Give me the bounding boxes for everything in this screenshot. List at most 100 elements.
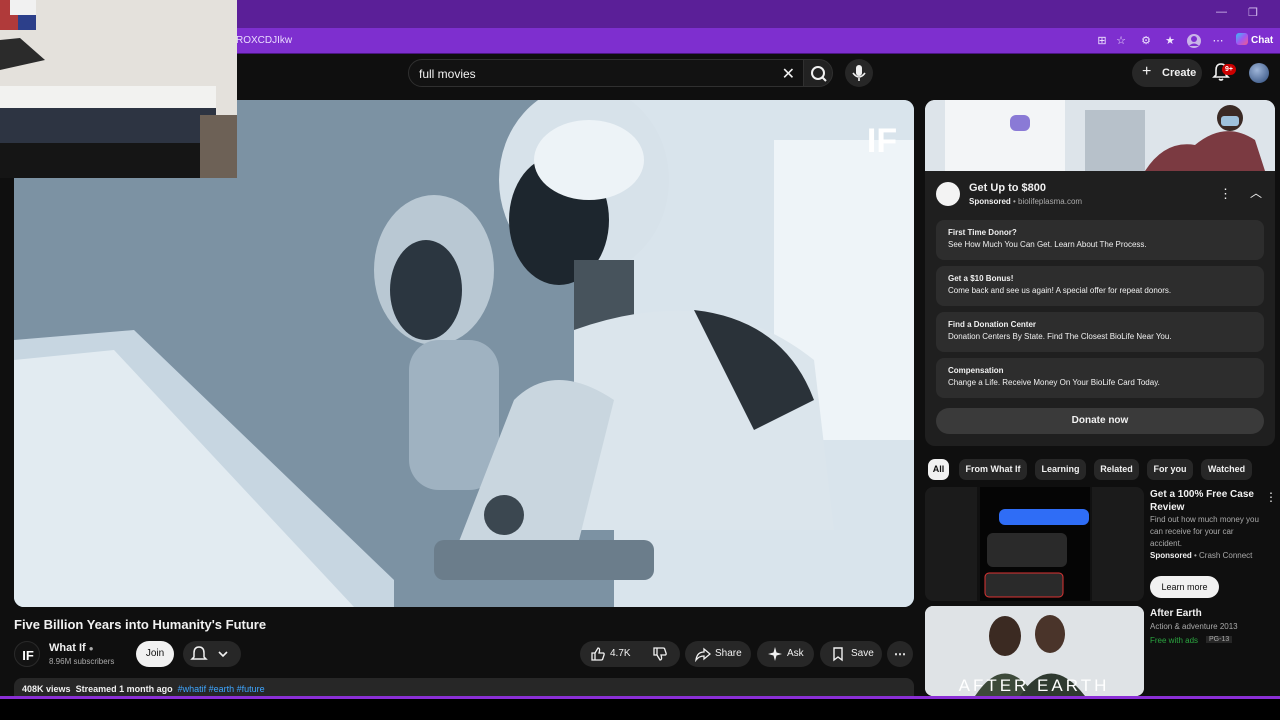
clear-search-icon[interactable]: ✕ [782, 64, 795, 84]
bookmark-icon [833, 647, 843, 662]
channel-logo-icon: IF [22, 648, 34, 663]
account-avatar[interactable] [1249, 63, 1269, 83]
ask-button[interactable]: Ask [757, 641, 814, 667]
view-count: 408K views [22, 684, 71, 694]
more-menu-icon[interactable]: ⋯ [1210, 33, 1226, 49]
search-button[interactable] [803, 59, 833, 87]
microphone-icon [852, 65, 866, 81]
search-icon [811, 66, 827, 82]
rec-thumbnail[interactable]: AFTER EARTH [925, 606, 1144, 696]
sparkle-icon [768, 647, 782, 661]
plus-icon: + [1142, 63, 1152, 80]
sponsored-ad-panel: Get Up to $800 Sponsored • biolifeplasma… [925, 100, 1275, 446]
ad-sitelink[interactable]: Get a $10 Bonus! Come back and see us ag… [936, 266, 1264, 306]
more-horizontal-icon: ⋯ [894, 647, 906, 661]
address-url[interactable]: ROXCDJIkw [236, 35, 292, 46]
stream-date: Streamed 1 month ago [75, 684, 173, 694]
after-earth-poster: AFTER EARTH [925, 606, 1144, 696]
ad-sitelink-title: Find a Donation Center [948, 320, 1036, 329]
ad-sitelink-title: Compensation [948, 366, 1004, 375]
donate-now-button[interactable]: Donate now [936, 408, 1264, 434]
sponsored-label: Sponsored [969, 197, 1011, 206]
share-icon [695, 647, 711, 662]
minimize-icon[interactable]: — [1216, 6, 1227, 18]
rating-badge: PG-13 [1206, 636, 1233, 643]
bottom-black-bar [0, 699, 1280, 720]
ad-domain: biolifeplasma.com [1018, 197, 1083, 206]
chip-from-what-if[interactable]: From What If [959, 459, 1027, 480]
subscription-bell-button[interactable] [183, 641, 241, 667]
screen: — ❐ ROXCDJIkw ⊞ ☆ ⚙ ★ ⋯ Chat full movies… [0, 0, 1280, 720]
bell-chevron-icon [190, 646, 228, 660]
profile-icon[interactable] [1186, 33, 1202, 49]
free-with-ads-label: Free with ads [1150, 636, 1199, 645]
save-label: Save [851, 648, 874, 659]
like-count[interactable]: 4.7K [610, 641, 631, 667]
rec-title[interactable]: Get a 100% Free Case Review [1150, 488, 1262, 514]
collapse-chevron-icon[interactable]: ︿ [1250, 184, 1262, 201]
save-button[interactable]: Save [820, 641, 882, 667]
ad-sitelink-desc: See How Much You Can Get. Learn About Th… [948, 240, 1147, 249]
ad-sitelink[interactable]: Find a Donation Center Donation Centers … [936, 312, 1264, 352]
poster-title: AFTER EARTH [959, 676, 1110, 695]
ad-photo [925, 100, 1275, 171]
voice-search-button[interactable] [845, 59, 873, 87]
favorite-star-icon[interactable]: ☆ [1113, 33, 1129, 49]
like-dislike-group: 4.7K [580, 641, 680, 667]
webcam-overlay [0, 0, 237, 178]
chip-learning[interactable]: Learning [1035, 459, 1086, 480]
ad-sitelink[interactable]: Compensation Change a Life. Receive Mone… [936, 358, 1264, 398]
rec-sponsor: Sponsored • Crash Connect [1150, 551, 1253, 560]
join-button[interactable]: Join [136, 641, 174, 667]
create-button[interactable]: + Create [1132, 59, 1202, 87]
learn-more-button[interactable]: Learn more [1150, 576, 1219, 598]
create-label: Create [1162, 67, 1197, 79]
rec-more-vertical-icon[interactable]: ⋮ [1265, 490, 1277, 504]
verified-icon: ● [88, 644, 94, 653]
rec-title[interactable]: After Earth [1150, 607, 1262, 620]
channel-name[interactable]: What If ● [49, 642, 94, 654]
channel-avatar[interactable]: IF [14, 641, 40, 667]
text-message-thumbnail [925, 487, 1144, 601]
webcam-feed [0, 0, 237, 178]
chip-all[interactable]: All [928, 459, 949, 480]
ad-sitelink[interactable]: First Time Donor? See How Much You Can G… [936, 220, 1264, 260]
share-label: Share [715, 648, 742, 659]
restore-icon[interactable]: ❐ [1248, 6, 1258, 19]
advertiser-name: Crash Connect [1199, 551, 1253, 560]
hashtags[interactable]: #whatif #earth #future [178, 684, 265, 694]
video-title: Five Billion Years into Humanity's Futur… [14, 617, 267, 632]
ask-label: Ask [787, 648, 804, 659]
apps-icon[interactable]: ⊞ [1094, 33, 1110, 49]
ad-source: Sponsored • biolifeplasma.com [969, 197, 1083, 206]
advertiser-logo[interactable] [936, 182, 960, 206]
extensions-icon[interactable]: ⚙ [1138, 33, 1154, 49]
chip-watched[interactable]: Watched [1201, 459, 1252, 480]
ad-sitelink-title: First Time Donor? [948, 228, 1017, 237]
svg-text:IF: IF [22, 648, 34, 663]
rec-genre-year: Action & adventure 2013 [1150, 622, 1238, 631]
subscriber-count: 8.96M subscribers [49, 657, 115, 666]
ad-title[interactable]: Get Up to $800 [969, 182, 1046, 194]
share-button[interactable]: Share [685, 641, 751, 667]
ad-banner-image[interactable] [925, 100, 1275, 171]
more-actions-button[interactable]: ⋯ [887, 641, 913, 667]
copilot-icon [1236, 33, 1248, 45]
notification-count-badge: 9+ [1222, 64, 1236, 75]
channel-watermark: IF [867, 122, 897, 160]
sponsored-label: Sponsored [1150, 551, 1192, 560]
search-input[interactable]: full movies ✕ [408, 59, 804, 87]
chip-related[interactable]: Related [1094, 459, 1139, 480]
favorites-icon[interactable]: ★ [1162, 33, 1178, 49]
thumbs-down-icon[interactable] [652, 646, 668, 662]
ad-sitelink-desc: Donation Centers By State. Find The Clos… [948, 332, 1172, 341]
copilot-chat-button[interactable]: Chat [1236, 33, 1273, 46]
rec-thumbnail[interactable] [925, 487, 1144, 601]
ad-sitelink-desc: Change a Life. Receive Money On Your Bio… [948, 378, 1160, 387]
thumbs-up-icon[interactable] [590, 646, 606, 662]
ad-sitelink-title: Get a $10 Bonus! [948, 274, 1014, 283]
chip-for-you[interactable]: For you [1147, 459, 1193, 480]
ad-more-vertical-icon[interactable]: ⋮ [1219, 186, 1232, 202]
search-query: full movies [419, 67, 476, 81]
channel-name-text: What If [49, 642, 86, 654]
